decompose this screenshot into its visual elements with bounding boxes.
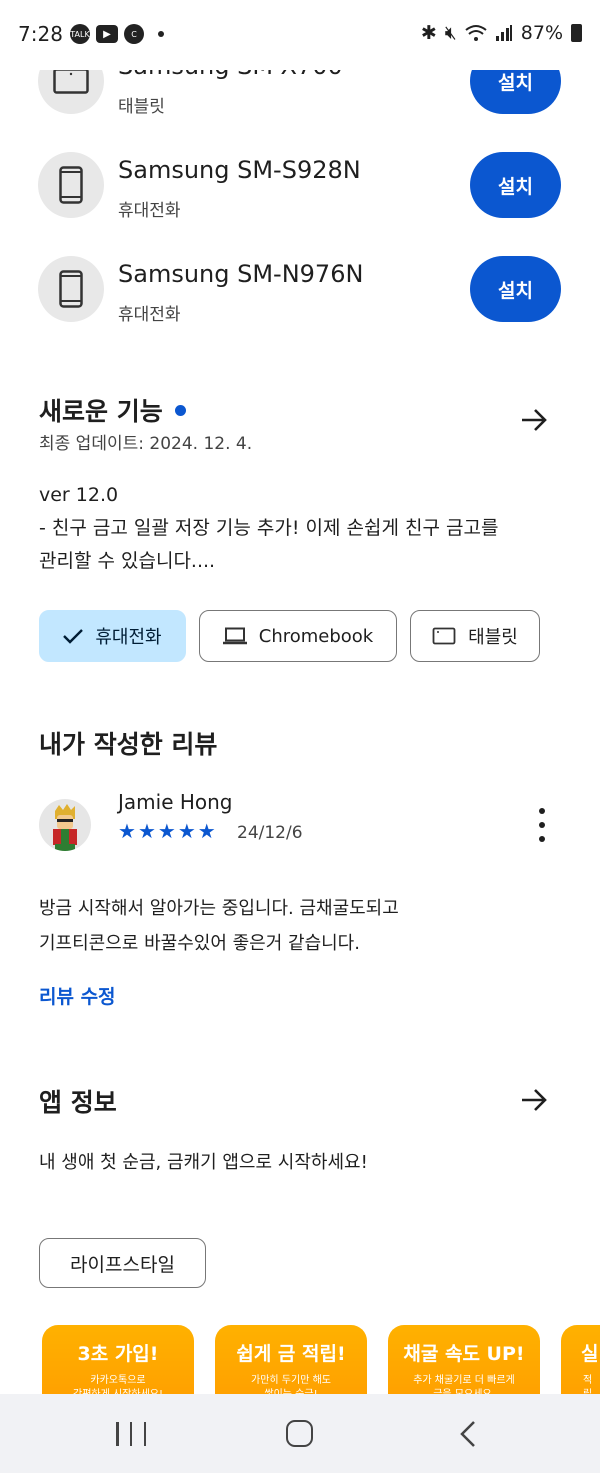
star-icon: ★: [157, 819, 176, 843]
battery-icon: [571, 24, 582, 42]
install-button[interactable]: 설치: [470, 256, 561, 322]
chip-phone[interactable]: 휴대전화: [39, 610, 186, 662]
chip-tablet[interactable]: 태블릿: [410, 610, 540, 662]
star-icon: ★: [197, 819, 216, 843]
bluetooth-icon: ✱: [420, 22, 437, 44]
my-review-title: 내가 작성한 리뷰: [39, 730, 218, 759]
device-type: 태블릿: [118, 97, 165, 117]
device-type: 휴대전화: [118, 201, 181, 221]
home-icon[interactable]: [286, 1420, 313, 1447]
device-name: Samsung SM-N976N: [118, 260, 364, 288]
edit-review-link[interactable]: 리뷰 수정: [39, 982, 116, 1009]
whats-new-title[interactable]: 새로운 기능: [39, 392, 186, 428]
device-name: Samsung SM-S928N: [118, 156, 361, 184]
status-bar: 7:28 TALK ▶ C ✱ 🔇︎ 87%: [0, 0, 600, 70]
device-row: Samsung SM-S928N 휴대전화 설치: [0, 138, 600, 242]
notification-dot-icon: [158, 31, 164, 37]
sync-icon: C: [124, 24, 144, 44]
star-icon: ★: [118, 819, 136, 843]
tablet-icon: [432, 627, 456, 645]
review-text: 방금 시작해서 알아가는 중입니다. 금채굴도되고 기프티콘으로 바꿀수있어 좋…: [39, 898, 399, 954]
device-row: Samsung SM-N976N 휴대전화 설치: [0, 242, 600, 346]
youtube-icon: ▶: [96, 25, 118, 43]
arrow-right-icon[interactable]: [518, 404, 550, 436]
avatar: [39, 799, 91, 851]
recents-icon[interactable]: [116, 1422, 146, 1446]
chip-chromebook[interactable]: Chromebook: [199, 610, 397, 662]
review-date: 24/12/6: [237, 823, 303, 843]
app-info-title[interactable]: 앱 정보: [39, 1083, 117, 1119]
app-description: 내 생애 첫 순금, 금캐기 앱으로 시작하세요!: [39, 1152, 368, 1173]
check-icon: [63, 629, 84, 644]
more-options-icon[interactable]: [532, 808, 552, 842]
new-badge-icon: [174, 404, 186, 416]
wifi-icon: [465, 25, 487, 41]
status-time: 7:28: [18, 22, 63, 46]
talk-icon: TALK: [70, 24, 90, 44]
battery-level: 87%: [520, 22, 563, 44]
star-icon: ★: [137, 819, 156, 843]
release-notes: ver 12.0 - 친구 금고 일괄 저장 기능 추가! 이제 손쉽게 친구 …: [39, 484, 499, 572]
review-author: Jamie Hong: [118, 790, 233, 814]
navigation-bar: [0, 1394, 600, 1473]
mute-icon: 🔇︎: [444, 22, 457, 44]
last-updated: 최종 업데이트: 2024. 12. 4.: [39, 434, 253, 454]
signal-icon: [495, 25, 512, 41]
phone-icon: [38, 256, 104, 322]
back-icon[interactable]: [458, 1420, 478, 1448]
category-chip[interactable]: 라이프스타일: [39, 1238, 206, 1288]
phone-icon: [38, 152, 104, 218]
rating-stars: ★ ★ ★ ★ ★: [118, 821, 216, 841]
arrow-right-icon[interactable]: [518, 1084, 550, 1116]
laptop-icon: [222, 627, 247, 645]
star-icon: ★: [177, 819, 196, 843]
device-type: 휴대전화: [118, 305, 181, 325]
install-button[interactable]: 설치: [470, 152, 561, 218]
